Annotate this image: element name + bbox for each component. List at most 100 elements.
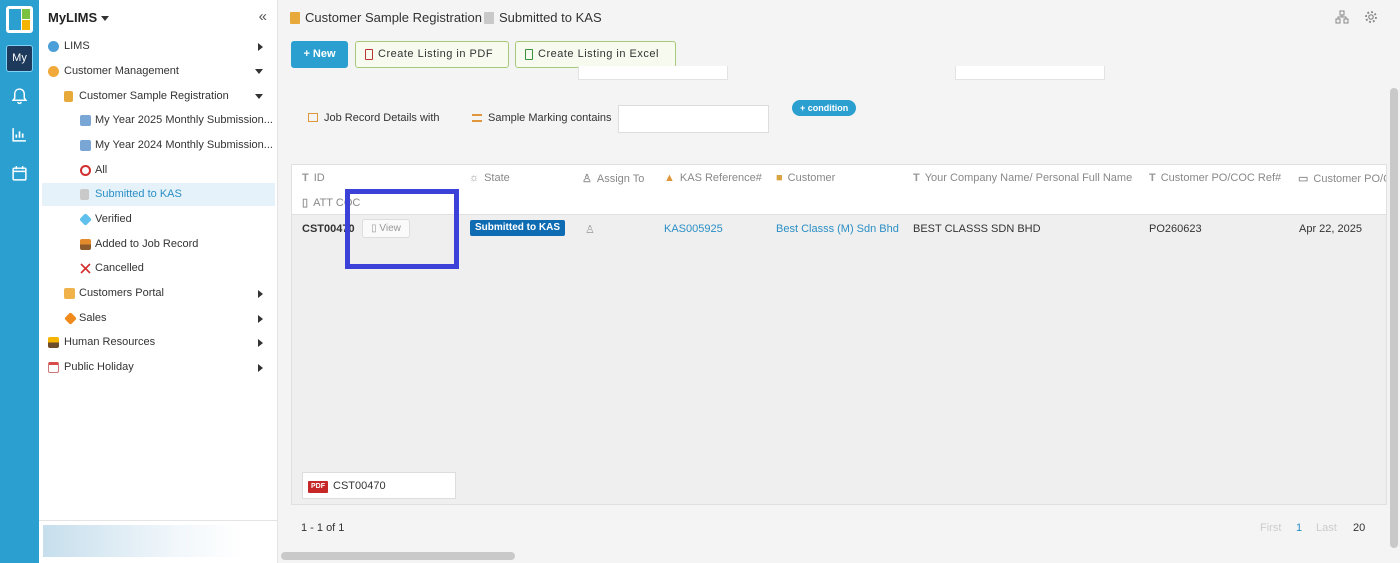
column-header-assign-to[interactable]: ♙ Assign To bbox=[582, 172, 644, 185]
sidebar-item-label: Customer Sample Registration bbox=[79, 90, 229, 102]
scroll-icon bbox=[290, 12, 300, 24]
sidebar-item-submitted-to-kas[interactable]: Submitted to KAS bbox=[42, 183, 275, 206]
chevron-right-icon bbox=[258, 290, 263, 298]
text-type-icon: T bbox=[913, 172, 920, 184]
cell-po-ref: PO260623 bbox=[1149, 223, 1202, 235]
sidebar-item-year-2025[interactable]: My Year 2025 Monthly Submission... bbox=[42, 109, 275, 132]
breadcrumb: Customer Sample Registration Submitted t… bbox=[278, 0, 1400, 34]
cell-customer-link[interactable]: Best Classs (M) Sdn Bhd bbox=[776, 223, 899, 235]
sidebar-item-label: Cancelled bbox=[95, 262, 144, 274]
records-table: T ID ☼ State ♙ Assign To ▲ KAS Reference# ■ C… bbox=[291, 164, 1387, 504]
sidebar-item-all[interactable]: All bbox=[42, 159, 275, 182]
add-condition-button[interactable]: + condition bbox=[792, 100, 857, 116]
user-profile-area[interactable] bbox=[39, 520, 278, 563]
pdf-file-icon bbox=[365, 49, 373, 60]
create-pdf-label: Create Listing in PDF bbox=[378, 48, 494, 60]
diamond-icon bbox=[79, 213, 92, 226]
text-type-icon: T bbox=[302, 172, 309, 184]
sidebar-item-label: Human Resources bbox=[64, 336, 156, 348]
sidebar-item-customer-sample-registration[interactable]: Customer Sample Registration bbox=[42, 85, 275, 108]
column-header-customer[interactable]: ■ Customer bbox=[776, 172, 835, 184]
sample-marking-input[interactable] bbox=[618, 105, 769, 133]
sidebar-item-year-2024[interactable]: My Year 2024 Monthly Submission... bbox=[42, 134, 275, 157]
pagination-bar: 1 - 1 of 1 First 1 Last 20 bbox=[291, 504, 1387, 548]
table-icon bbox=[308, 113, 318, 122]
excel-file-icon bbox=[525, 49, 533, 60]
create-excel-label: Create Listing in Excel bbox=[538, 48, 659, 60]
breadcrumb-item-submitted[interactable]: Submitted to KAS bbox=[484, 10, 602, 25]
column-header-company-name[interactable]: T Your Company Name/ Personal Full Name bbox=[913, 172, 1132, 184]
current-page[interactable]: 1 bbox=[1296, 522, 1302, 534]
sidebar-item-human-resources[interactable]: Human Resources bbox=[42, 331, 275, 354]
sidebar-item-label: Added to Job Record bbox=[95, 238, 199, 250]
create-pdf-button[interactable]: Create Listing in PDF bbox=[355, 41, 509, 68]
column-header-po-date[interactable]: ▭ Customer PO/C bbox=[1298, 172, 1386, 185]
document-icon: ▯ bbox=[302, 197, 309, 209]
new-button[interactable]: + New bbox=[291, 41, 348, 68]
customer-icon: ■ bbox=[776, 172, 783, 184]
column-header-state[interactable]: ☼ State bbox=[469, 172, 510, 184]
breadcrumb-item-registration[interactable]: Customer Sample Registration bbox=[290, 10, 482, 25]
sidebar-item-label: My Year 2024 Monthly Submission... bbox=[95, 139, 273, 151]
sidebar: MyLIMS « LIMS Customer Management Custom… bbox=[39, 0, 278, 563]
cell-po-date: Apr 22, 2025 bbox=[1299, 223, 1362, 235]
main-content: Customer Sample Registration Submitted t… bbox=[278, 0, 1400, 563]
chart-icon bbox=[80, 140, 91, 151]
gear-icon[interactable] bbox=[1364, 10, 1378, 24]
first-page-link[interactable]: First bbox=[1260, 522, 1281, 534]
chevron-right-icon bbox=[258, 339, 263, 347]
collapse-sidebar-icon[interactable]: « bbox=[259, 8, 267, 25]
landscape-icon bbox=[48, 337, 59, 348]
assign-user-icon[interactable]: ♙ bbox=[585, 223, 595, 236]
sidebar-item-sales[interactable]: Sales bbox=[42, 307, 275, 330]
app-logo-icon[interactable] bbox=[6, 6, 33, 33]
pdf-icon: PDF bbox=[308, 481, 328, 493]
hidden-filter-input[interactable] bbox=[578, 66, 728, 80]
vertical-scrollbar[interactable] bbox=[1390, 88, 1398, 548]
sidebar-item-label: Verified bbox=[95, 213, 132, 225]
lines-icon bbox=[472, 114, 482, 122]
cell-company-name: BEST CLASSS SDN BHD bbox=[913, 223, 1041, 235]
attachment-name: CST00470 bbox=[333, 480, 386, 492]
create-excel-button[interactable]: Create Listing in Excel bbox=[515, 41, 676, 68]
sidebar-item-added-to-job-record[interactable]: Added to Job Record bbox=[42, 233, 275, 256]
page-size-select[interactable]: 20 bbox=[1353, 522, 1365, 534]
chevron-right-icon bbox=[258, 315, 263, 323]
inbox-icon bbox=[80, 239, 91, 250]
column-header-kas-reference[interactable]: ▲ KAS Reference# bbox=[664, 172, 762, 184]
job-record-filter[interactable]: Job Record Details with bbox=[308, 112, 440, 124]
cell-kas-reference-link[interactable]: KAS005925 bbox=[664, 223, 723, 235]
sidebar-item-label: My Year 2025 Monthly Submission... bbox=[95, 114, 273, 126]
chart-icon[interactable] bbox=[11, 126, 28, 143]
my-app-button[interactable]: My bbox=[6, 45, 33, 72]
circle-icon bbox=[80, 165, 91, 176]
sidebar-item-customers-portal[interactable]: Customers Portal bbox=[42, 282, 275, 305]
sidebar-item-cancelled[interactable]: Cancelled bbox=[42, 257, 275, 280]
document-icon bbox=[484, 12, 494, 24]
column-header-id[interactable]: T ID bbox=[302, 172, 325, 184]
sample-marking-filter[interactable]: Sample Marking contains bbox=[472, 112, 612, 124]
app-title: MyLIMS bbox=[48, 10, 98, 25]
last-page-link[interactable]: Last bbox=[1316, 522, 1337, 534]
sidebar-item-customer-management[interactable]: Customer Management bbox=[42, 60, 275, 83]
document-icon bbox=[80, 189, 89, 200]
cross-icon bbox=[80, 263, 91, 274]
sidebar-item-label: LIMS bbox=[64, 40, 90, 52]
filter-label: Job Record Details with bbox=[324, 112, 440, 124]
horizontal-scrollbar[interactable] bbox=[281, 552, 515, 560]
attachment-chip[interactable]: PDF CST00470 bbox=[302, 472, 456, 499]
sidebar-item-public-holiday[interactable]: Public Holiday bbox=[42, 356, 275, 379]
app-switcher[interactable]: MyLIMS bbox=[48, 10, 110, 25]
hierarchy-icon[interactable] bbox=[1335, 10, 1349, 24]
calendar-icon[interactable] bbox=[11, 165, 28, 182]
scroll-icon bbox=[64, 91, 73, 102]
user-icon: ♙ bbox=[582, 173, 592, 185]
sidebar-item-verified[interactable]: Verified bbox=[42, 208, 275, 231]
sidebar-item-lims[interactable]: LIMS bbox=[42, 35, 275, 58]
calendar-icon bbox=[48, 362, 59, 373]
bell-icon[interactable] bbox=[11, 88, 28, 105]
filter-label: Sample Marking contains bbox=[488, 112, 612, 124]
hidden-filter-input[interactable] bbox=[955, 66, 1105, 80]
column-header-po-ref[interactable]: T Customer PO/COC Ref# bbox=[1149, 172, 1281, 184]
sun-icon: ☼ bbox=[469, 172, 480, 184]
